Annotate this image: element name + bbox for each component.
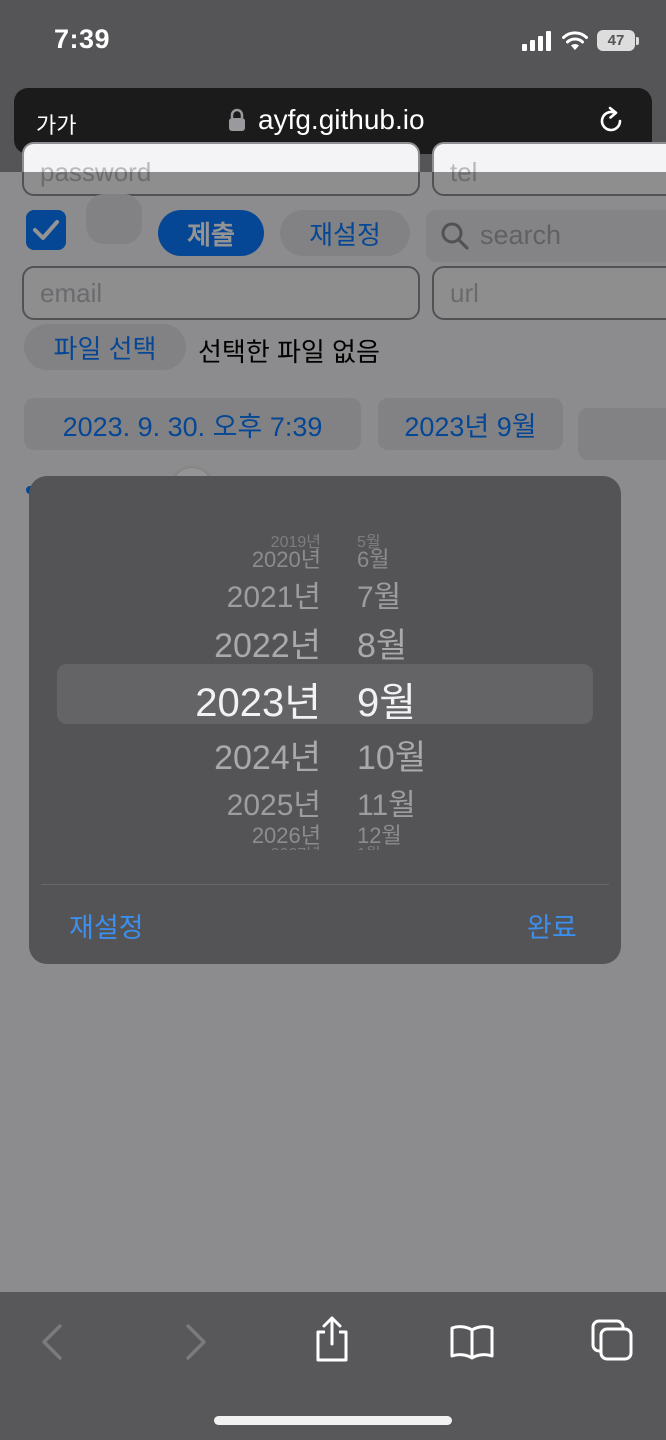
picker-reset-button[interactable]: 재설정 — [69, 906, 144, 945]
home-indicator — [214, 1416, 452, 1425]
text-size-button[interactable]: 가가 — [36, 108, 76, 140]
bookmarks-icon[interactable] — [448, 1322, 496, 1362]
picker-year[interactable]: 2021년 — [227, 572, 321, 616]
status-bar: 7:39 47 — [0, 0, 666, 80]
forward-icon[interactable] — [182, 1322, 210, 1362]
status-time: 7:39 — [54, 24, 111, 54]
reload-icon[interactable] — [596, 106, 626, 136]
back-icon[interactable] — [38, 1322, 66, 1362]
wifi-icon — [562, 31, 588, 50]
picker-selection-band — [57, 664, 593, 724]
picker-year[interactable]: 2027년 — [271, 840, 321, 850]
cellular-signal-icon — [522, 31, 552, 51]
lock-icon — [229, 108, 245, 131]
picker-month[interactable]: 6월 — [357, 542, 389, 574]
picker-row[interactable]: 2027년 1월 — [29, 840, 621, 850]
url-host[interactable]: ayfg.github.io — [258, 104, 425, 136]
share-icon[interactable] — [312, 1314, 352, 1364]
tabs-icon[interactable] — [588, 1318, 636, 1364]
picker-year[interactable]: 2020년 — [252, 542, 321, 574]
picker-month[interactable]: 8월 — [357, 618, 407, 667]
picker-year-selected[interactable]: 2023년 — [195, 670, 321, 728]
month-picker-popup: 2019년 5월 2020년 6월 2021년 7월 2022년 8월 2023… — [29, 476, 621, 964]
picker-month-selected[interactable]: 9월 — [357, 670, 416, 728]
picker-month[interactable]: 10월 — [357, 730, 426, 779]
battery-tip — [636, 37, 639, 45]
picker-month[interactable]: 1월 — [357, 840, 381, 850]
battery-icon: 47 — [597, 30, 635, 51]
picker-done-button[interactable]: 완료 — [527, 906, 577, 945]
picker-month[interactable]: 7월 — [357, 572, 401, 616]
picker-divider — [41, 884, 609, 885]
picker-year[interactable]: 2024년 — [214, 730, 321, 779]
picker-year[interactable]: 2022년 — [214, 618, 321, 667]
